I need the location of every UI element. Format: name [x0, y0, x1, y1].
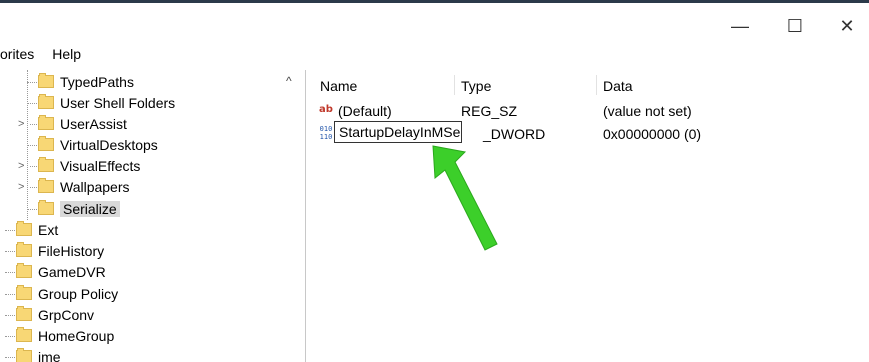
tree-item[interactable]: HomeGroup	[16, 325, 114, 346]
tree-item[interactable]: FileHistory	[16, 240, 104, 261]
tree-connector	[5, 230, 15, 231]
value-name[interactable]: (Default)	[338, 103, 392, 119]
reg-sz-icon: ab	[319, 104, 333, 115]
tree-connector	[27, 103, 37, 104]
folder-icon	[38, 178, 54, 193]
tree-item[interactable]: GameDVR	[16, 261, 106, 282]
folder-icon	[16, 285, 32, 300]
tree-connector	[30, 124, 37, 125]
menu-favorites[interactable]: orites	[0, 46, 34, 68]
tree-item[interactable]: Ext	[16, 219, 58, 240]
registry-key-tree[interactable]: > > > TypedPaths User Shell Folders User…	[0, 70, 306, 362]
value-data: 0x00000000 (0)	[603, 126, 702, 142]
folder-icon	[38, 94, 54, 109]
reg-dword-icon: 010 110	[319, 125, 333, 141]
column-divider[interactable]	[454, 75, 455, 95]
tree-connector	[27, 82, 37, 83]
folder-icon	[16, 327, 32, 342]
tree-item[interactable]: Wallpapers	[38, 176, 130, 197]
column-header-type[interactable]: Type	[461, 78, 491, 94]
tree-connector	[5, 357, 15, 358]
minimize-button[interactable]: —	[718, 11, 762, 41]
tree-connector	[27, 209, 37, 210]
tree-connector	[5, 315, 15, 316]
expand-arrow-icon[interactable]: >	[18, 118, 24, 130]
folder-icon	[38, 115, 54, 130]
value-type: REG_SZ	[461, 103, 518, 119]
tree-connector	[5, 336, 15, 337]
tree-item[interactable]: VirtualDesktops	[38, 134, 158, 155]
folder-icon	[16, 263, 32, 278]
folder-icon	[38, 200, 54, 215]
column-header-name[interactable]: Name	[320, 78, 357, 94]
close-button[interactable]: ✕	[825, 11, 869, 41]
tree-item[interactable]: User Shell Folders	[38, 92, 175, 113]
tree-connector	[5, 294, 15, 295]
tree-connector	[30, 187, 37, 188]
folder-icon	[38, 136, 54, 151]
scroll-up-icon[interactable]: ^	[286, 74, 292, 88]
tree-connector	[5, 272, 15, 273]
folder-icon	[38, 73, 54, 88]
tree-item[interactable]: VisualEffects	[38, 155, 140, 176]
column-header-data[interactable]: Data	[603, 78, 633, 94]
tree-item[interactable]: Group Policy	[16, 283, 118, 304]
expand-arrow-icon[interactable]: >	[18, 160, 24, 172]
tree-connector	[30, 166, 37, 167]
expand-arrow-icon[interactable]: >	[18, 181, 24, 193]
maximize-button[interactable]: ☐	[773, 11, 817, 41]
folder-icon	[16, 242, 32, 257]
folder-icon	[16, 348, 32, 362]
tree-item-selected[interactable]: Serialize	[38, 198, 120, 219]
menu-bar: orites Help	[0, 46, 99, 68]
registry-values-pane[interactable]: Name Type Data ab (Default) REG_SZ (valu…	[311, 70, 869, 362]
tree-connector	[5, 251, 15, 252]
column-divider[interactable]	[596, 75, 597, 95]
tree-item[interactable]: TypedPaths	[38, 71, 134, 92]
tree-scrollbar[interactable]: ^	[282, 70, 302, 362]
arrow-annotation-icon	[432, 145, 498, 251]
tree-connector	[27, 145, 37, 146]
value-data: (value not set)	[603, 103, 692, 119]
tree-item[interactable]: UserAssist	[38, 113, 127, 134]
folder-icon	[16, 221, 32, 236]
tree-item[interactable]: ime	[16, 346, 61, 362]
menu-help[interactable]: Help	[52, 46, 81, 68]
arrow-shape	[432, 145, 498, 251]
folder-icon	[38, 157, 54, 172]
tree-item[interactable]: GrpConv	[16, 304, 94, 325]
folder-icon	[16, 306, 32, 321]
title-bar: — ☐ ✕	[0, 3, 869, 43]
